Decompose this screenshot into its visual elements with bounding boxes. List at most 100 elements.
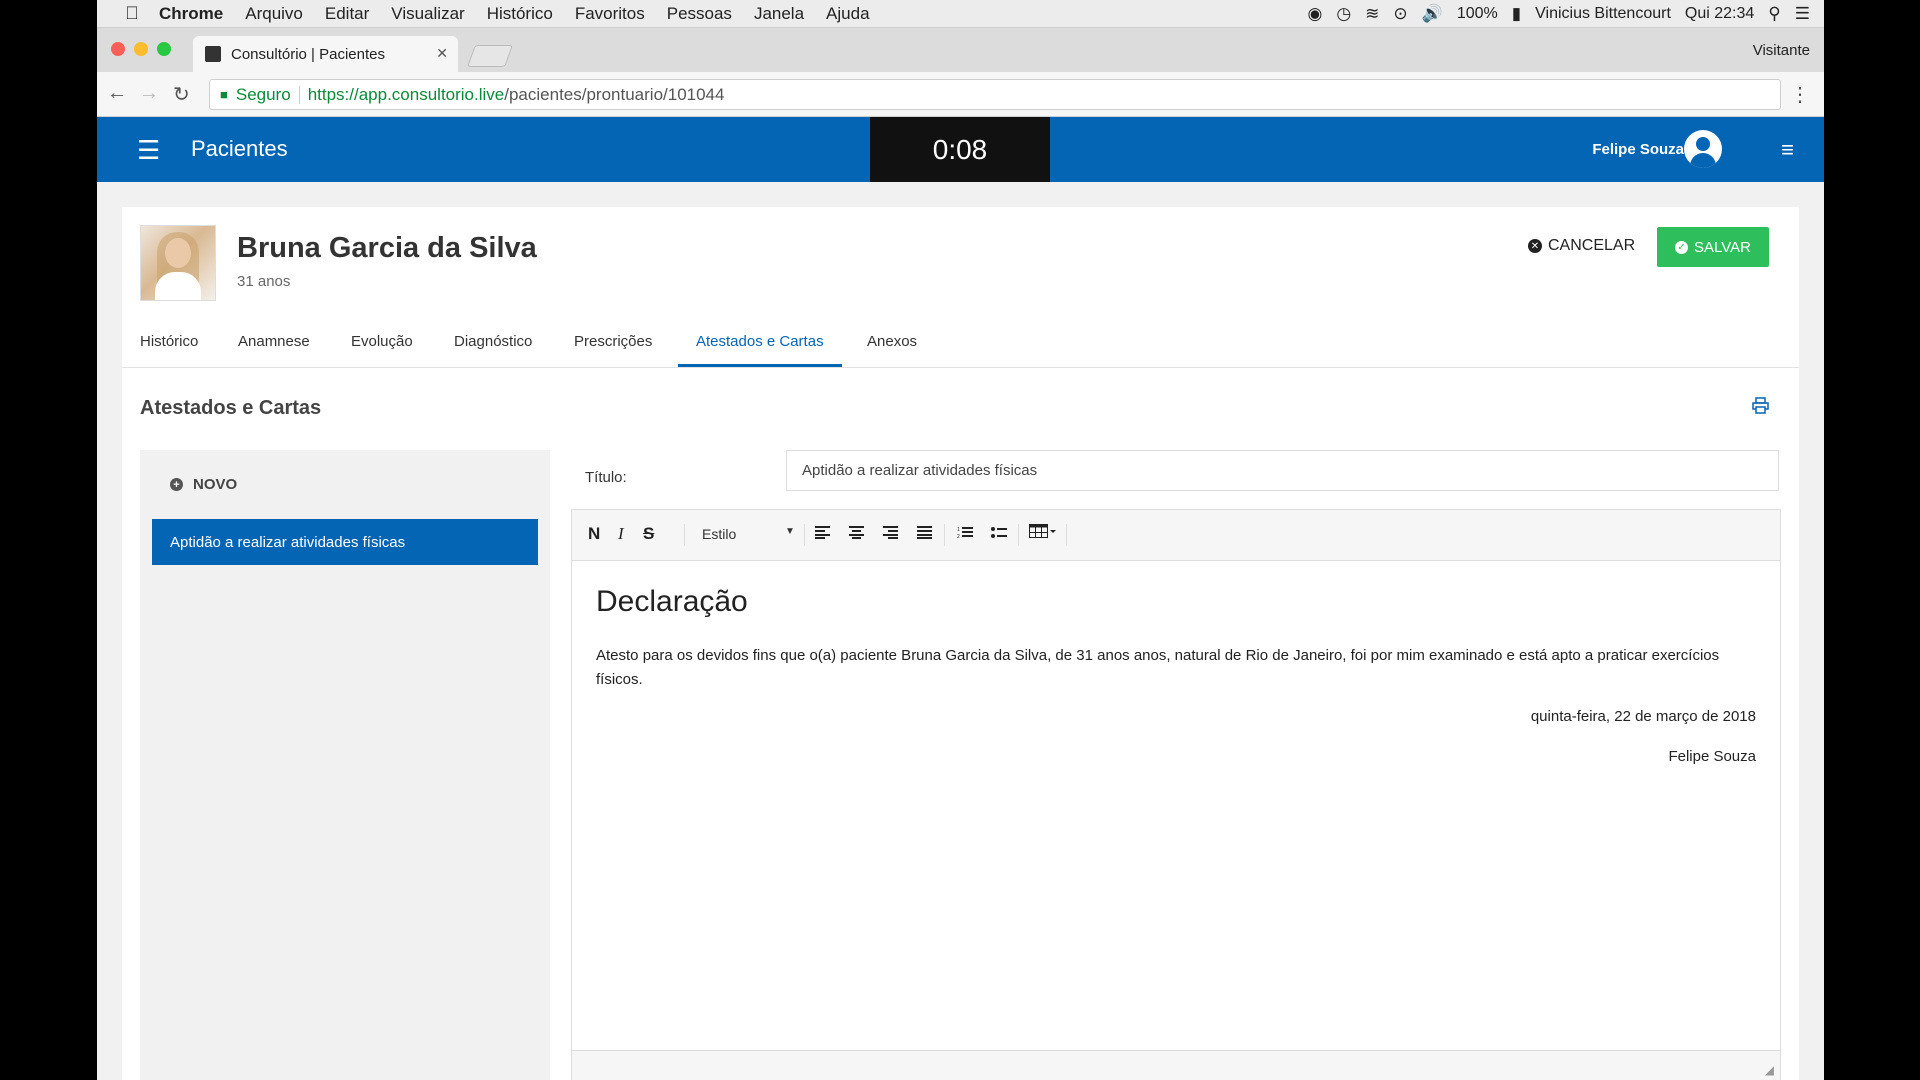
title-input[interactable]: Aptidão a realizar atividades físicas <box>786 450 1779 491</box>
spotlight-search-icon[interactable]: ⚲ <box>1768 4 1780 24</box>
title-label: Título: <box>585 469 627 486</box>
close-tab-icon[interactable]: ✕ <box>436 45 448 62</box>
check-icon: ✓ <box>1675 240 1689 254</box>
document-signer: Felipe Souza <box>1668 748 1756 765</box>
url-host: https://app.consultorio.live <box>307 84 505 104</box>
ordered-list-icon[interactable]: 12 <box>957 524 973 544</box>
new-document-label: NOVO <box>193 476 238 493</box>
window-controls <box>111 42 171 56</box>
wifi-icon[interactable]: ≋ <box>1365 4 1379 24</box>
apple-icon[interactable]:  <box>119 3 145 24</box>
bold-button[interactable]: N <box>588 524 600 544</box>
browser-toolbar: ← → ↻ ■ Seguro https://app.consultorio.l… <box>97 72 1824 117</box>
lock-icon: ■ <box>220 87 228 102</box>
omnibox-separator <box>298 85 300 104</box>
screen-record-icon[interactable]: ◉ <box>1307 4 1322 24</box>
style-dropdown[interactable]: Estilo <box>702 526 736 542</box>
browser-tab-active[interactable]: Consultório | Pacientes ✕ <box>193 36 458 72</box>
menu-historico[interactable]: Histórico <box>487 4 553 24</box>
menu-ajuda[interactable]: Ajuda <box>826 4 869 24</box>
align-left-icon[interactable] <box>815 524 830 544</box>
document-heading: Declaração <box>596 585 748 618</box>
table-icon[interactable] <box>1029 524 1057 544</box>
minimize-window-button[interactable] <box>134 42 148 56</box>
menu-app-name[interactable]: Chrome <box>159 4 223 24</box>
favicon-icon <box>205 46 221 62</box>
align-right-icon[interactable] <box>883 524 898 544</box>
side-menu-icon[interactable]: ≡ <box>1781 137 1794 163</box>
section-title: Atestados e Cartas <box>140 397 322 419</box>
browser-profile[interactable]: Visitante <box>1753 42 1810 59</box>
plus-icon: + <box>170 478 183 491</box>
url-path: /pacientes/prontuario/101044 <box>504 84 725 104</box>
cancel-icon: ✕ <box>1528 239 1542 253</box>
record-tabs: Histórico Anamnese Evolução Diagnóstico … <box>122 317 1799 368</box>
user-avatar-icon[interactable] <box>1684 130 1722 168</box>
editor-content[interactable]: Declaração Atesto para os devidos fins q… <box>572 561 1780 1080</box>
forward-arrow-icon[interactable]: → <box>139 82 159 105</box>
resize-handle-icon[interactable]: ◢ <box>1765 1063 1774 1077</box>
new-document-button[interactable]: + NOVO <box>170 476 237 493</box>
menu-arquivo[interactable]: Arquivo <box>245 4 303 24</box>
battery-icon[interactable]: ▮ <box>1512 4 1521 24</box>
app-section-title: Pacientes <box>191 136 288 161</box>
address-bar[interactable]: ■ Seguro https://app.consultorio.live/pa… <box>209 79 1781 110</box>
print-icon[interactable] <box>1752 397 1769 414</box>
document-date: quinta-feira, 22 de março de 2018 <box>1530 708 1756 725</box>
browser-tabstrip: Consultório | Pacientes ✕ Visitante <box>97 28 1824 72</box>
patient-photo <box>140 225 216 301</box>
browser-tab-title: Consultório | Pacientes <box>231 45 385 63</box>
screen:  Chrome Arquivo Editar Visualizar Histó… <box>97 0 1824 1080</box>
close-window-button[interactable] <box>111 42 125 56</box>
editor-toolbar: N I S Estilo ▼ 1 2 <box>572 510 1780 561</box>
logged-user-name[interactable]: Felipe Souza <box>1592 141 1684 158</box>
align-justify-icon[interactable] <box>917 524 932 544</box>
time-machine-icon[interactable]: ◷ <box>1336 4 1351 24</box>
rich-text-editor: N I S Estilo ▼ 1 2 Declaração Atesto par… <box>571 509 1781 1080</box>
cancel-button[interactable]: ✕ CANCELAR <box>1528 237 1635 255</box>
tab-anamnese[interactable]: Anamnese <box>238 317 310 367</box>
maximize-window-button[interactable] <box>157 42 171 56</box>
document-list-item[interactable]: Aptidão a realizar atividades físicas <box>152 519 538 565</box>
bullet-list-icon[interactable] <box>991 524 1007 544</box>
patient-name: Bruna Garcia da Silva <box>237 232 537 264</box>
menu-visualizar[interactable]: Visualizar <box>391 4 464 24</box>
hamburger-menu-icon[interactable]: ☰ <box>137 135 160 166</box>
patient-record-card: Bruna Garcia da Silva 31 anos ✕ CANCELAR… <box>122 207 1799 1080</box>
menubar-clock[interactable]: Qui 22:34 <box>1685 5 1754 23</box>
back-arrow-icon[interactable]: ← <box>107 82 127 105</box>
bluetooth-icon[interactable]: ⊙ <box>1393 4 1407 24</box>
patient-age: 31 anos <box>237 273 291 290</box>
documents-sidebar: + NOVO Aptidão a realizar atividades fís… <box>140 450 550 1080</box>
tab-historico[interactable]: Histórico <box>140 317 198 367</box>
macos-menubar:  Chrome Arquivo Editar Visualizar Histó… <box>97 0 1824 28</box>
svg-text:2: 2 <box>957 534 960 539</box>
align-center-icon[interactable] <box>849 524 864 544</box>
volume-icon[interactable]: 🔊 <box>1422 4 1443 24</box>
notification-center-icon[interactable]: ☰ <box>1795 4 1810 24</box>
tab-atestados-e-cartas[interactable]: Atestados e Cartas <box>678 317 842 367</box>
chevron-down-icon[interactable]: ▼ <box>785 526 795 537</box>
tab-anexos[interactable]: Anexos <box>867 317 917 367</box>
reload-icon[interactable]: ↻ <box>173 82 190 107</box>
svg-text:1: 1 <box>957 527 960 533</box>
menubar-status: ◉ ◷ ≋ ⊙ 🔊 100% ▮ Vinicius Bittencourt Qu… <box>1307 0 1810 27</box>
menu-favoritos[interactable]: Favoritos <box>575 4 645 24</box>
menu-editar[interactable]: Editar <box>325 4 369 24</box>
menu-pessoas[interactable]: Pessoas <box>667 4 732 24</box>
browser-menu-icon[interactable]: ⋮ <box>1790 82 1810 107</box>
consultation-timer: 0:08 <box>870 117 1050 182</box>
secure-label: Seguro <box>235 84 291 104</box>
menu-janela[interactable]: Janela <box>754 4 804 24</box>
tab-evolucao[interactable]: Evolução <box>351 317 413 367</box>
tab-prescricoes[interactable]: Prescrições <box>574 317 652 367</box>
save-label: SALVAR <box>1694 238 1751 256</box>
cancel-label: CANCELAR <box>1548 237 1636 254</box>
menubar-user[interactable]: Vinicius Bittencourt <box>1535 5 1671 23</box>
strikethrough-button[interactable]: S <box>643 524 654 544</box>
italic-button[interactable]: I <box>618 524 624 544</box>
save-button[interactable]: ✓ SALVAR <box>1657 227 1769 267</box>
new-tab-button[interactable] <box>466 45 514 67</box>
tab-diagnostico[interactable]: Diagnóstico <box>454 317 532 367</box>
document-body: Atesto para os devidos fins que o(a) pac… <box>596 647 1720 688</box>
